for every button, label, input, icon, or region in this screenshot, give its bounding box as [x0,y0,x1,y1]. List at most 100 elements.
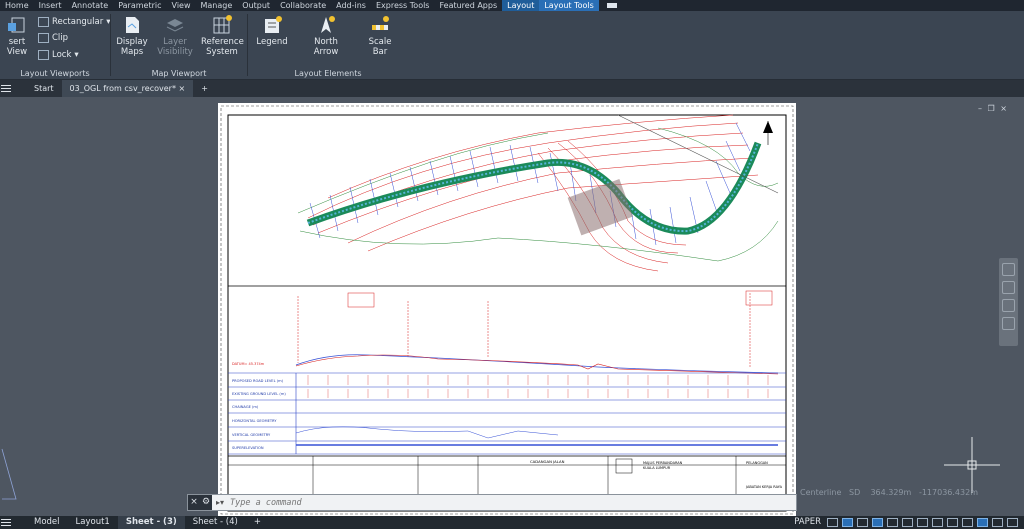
workspace-switch-icon[interactable] [605,0,631,11]
viewport-window-controls: – ❐ × [978,104,1007,113]
customize-wrench-icon[interactable]: ⚙ [200,495,212,510]
menu-icon[interactable] [0,80,14,97]
paper-space-toggle[interactable]: PAPER [790,516,825,529]
crosshair-cursor-icon [944,437,1000,493]
svg-text:MAJLIS PERBANDARAN: MAJLIS PERBANDARAN [643,461,683,465]
tab-manage[interactable]: Manage [196,0,238,11]
tab-annotate[interactable]: Annotate [67,0,114,11]
workspace-gear-icon[interactable] [932,518,943,527]
svg-text:JABATAN KERJA RAYA: JABATAN KERJA RAYA [745,485,783,489]
osnap-toggle-icon[interactable] [887,518,898,527]
status-bar: Model Layout1 Sheet - (3) Sheet - (4) + … [0,516,1024,529]
ucs-icon [1,448,17,500]
lock-icon [38,50,49,60]
ribbon-tab-bar: Home Insert Annotate Parametric View Man… [0,0,1024,11]
tab-express-tools[interactable]: Express Tools [371,0,435,11]
rectangular-button[interactable]: Rectangular ▾ [38,17,111,27]
layout-menu-icon[interactable] [0,516,14,529]
grid-icon [213,15,232,34]
document-tab-bar: Start 03_OGL from csv_recover* × + [0,80,1024,97]
navigation-bar [999,258,1018,346]
clip-button[interactable]: Clip [38,33,68,43]
legend-icon [265,16,282,33]
svg-text:VERTICAL GEOMETRY: VERTICAL GEOMETRY [232,433,271,437]
customize-menu-icon[interactable] [1007,518,1018,527]
grid-toggle-icon[interactable] [827,518,838,527]
north-arrow-icon [321,16,335,33]
layers-icon [166,19,184,32]
legend-button[interactable]: Legend [252,15,292,47]
tab-parametric[interactable]: Parametric [113,0,166,11]
svg-text:HORIZONTAL GEOMETRY: HORIZONTAL GEOMETRY [232,419,277,423]
cleanscreen-icon[interactable] [977,518,988,527]
road-centerline [306,141,762,235]
restore-icon[interactable]: ❐ [988,104,995,113]
tab-insert[interactable]: Insert [34,0,67,11]
rectangle-icon [38,17,49,27]
display-maps-button[interactable]: Display Maps [115,15,149,57]
drawing-tab[interactable]: 03_OGL from csv_recover* × [61,80,194,97]
reference-system-button[interactable]: Reference System [201,15,244,57]
isolate-objects-icon[interactable] [992,518,1003,527]
monitor-icon[interactable] [962,518,973,527]
showmotion-icon[interactable] [1002,317,1015,330]
snap-toggle-icon[interactable] [842,518,853,527]
tab-sheet-3[interactable]: Sheet - (3) [117,516,185,529]
tab-add-ins[interactable]: Add-ins [331,0,371,11]
add-icon[interactable] [947,518,958,527]
svg-text:PROPOSED ROAD LEVEL (m): PROPOSED ROAD LEVEL (m) [232,379,284,383]
command-line: × ⚙ ▸▾ [187,494,797,511]
tab-layout-tools[interactable]: Layout Tools [539,0,599,11]
profile-view: DATUM= 45.374m PROPOSED ROAD LEVEL (m) E… [228,290,786,455]
tab-collaborate[interactable]: Collaborate [275,0,331,11]
svg-text:DATUM= 45.374m: DATUM= 45.374m [232,362,265,366]
svg-text:CHAINAGE (m): CHAINAGE (m) [232,405,259,409]
add-layout-button[interactable]: + [246,516,269,529]
close-command-icon[interactable]: × [188,495,200,510]
orbit-icon[interactable] [1002,299,1015,312]
map-icon [126,17,139,33]
scale-bar-icon [372,16,389,30]
minimize-icon[interactable]: – [978,104,982,113]
polar-toggle-icon[interactable] [872,518,883,527]
tab-home[interactable]: Home [0,0,34,11]
north-arrow-icon [763,121,773,145]
recent-commands-icon[interactable]: ▸▾ [216,498,224,507]
close-icon[interactable]: × [179,84,186,93]
tab-layout1[interactable]: Layout1 [68,516,118,529]
tab-model[interactable]: Model [26,516,68,529]
coordinate-readout: Centerline SD 364.329m -117036.432m [800,488,978,497]
svg-text:PELANGGAN: PELANGGAN [746,461,768,465]
layer-visibility-button[interactable]: Layer Visibility [157,15,193,57]
tab-featured-apps[interactable]: Featured Apps [434,0,502,11]
tab-view[interactable]: View [167,0,196,11]
lineweight-toggle-icon[interactable] [902,518,913,527]
lock-button[interactable]: Lock ▾ [38,50,79,60]
paper-sheet: DATUM= 45.374m PROPOSED ROAD LEVEL (m) E… [218,103,796,516]
tab-output[interactable]: Output [237,0,275,11]
insert-view-icon [8,17,25,33]
group-layout-viewports: sert View Rectangular ▾ Clip Lock ▾ Layout… [0,11,111,80]
insert-view-button[interactable]: sert View [0,15,34,57]
start-tab[interactable]: Start [26,80,62,97]
tab-layout[interactable]: Layout [502,0,540,11]
pan-icon[interactable] [1002,263,1015,276]
clip-icon [38,33,49,43]
close-icon[interactable]: × [1000,104,1007,113]
dropdown-icon: ▾ [74,50,79,60]
drawing-area[interactable]: DATUM= 45.374m PROPOSED ROAD LEVEL (m) E… [0,97,1024,516]
svg-text:KUALA LUMPUR: KUALA LUMPUR [643,466,671,470]
annotation-scale-icon[interactable] [917,518,928,527]
svg-text:SUPERELEVATION: SUPERELEVATION [232,446,264,450]
command-input[interactable] [230,497,731,508]
new-tab-button[interactable]: + [193,80,216,97]
ortho-toggle-icon[interactable] [857,518,868,527]
north-arrow-button[interactable]: North Arrow [306,15,346,57]
ribbon-panel: sert View Rectangular ▾ Clip Lock ▾ Layout… [0,11,1024,80]
svg-text:CADANGAN JALAN: CADANGAN JALAN [530,459,565,464]
group-map-viewport: Display Maps Layer Visibility Reference … [111,11,247,80]
svg-text:EXISTING GROUND LEVEL (m): EXISTING GROUND LEVEL (m) [232,392,286,396]
tab-sheet-4[interactable]: Sheet - (4) [185,516,246,529]
scale-bar-button[interactable]: Scale Bar [360,15,400,57]
zoom-icon[interactable] [1002,281,1015,294]
